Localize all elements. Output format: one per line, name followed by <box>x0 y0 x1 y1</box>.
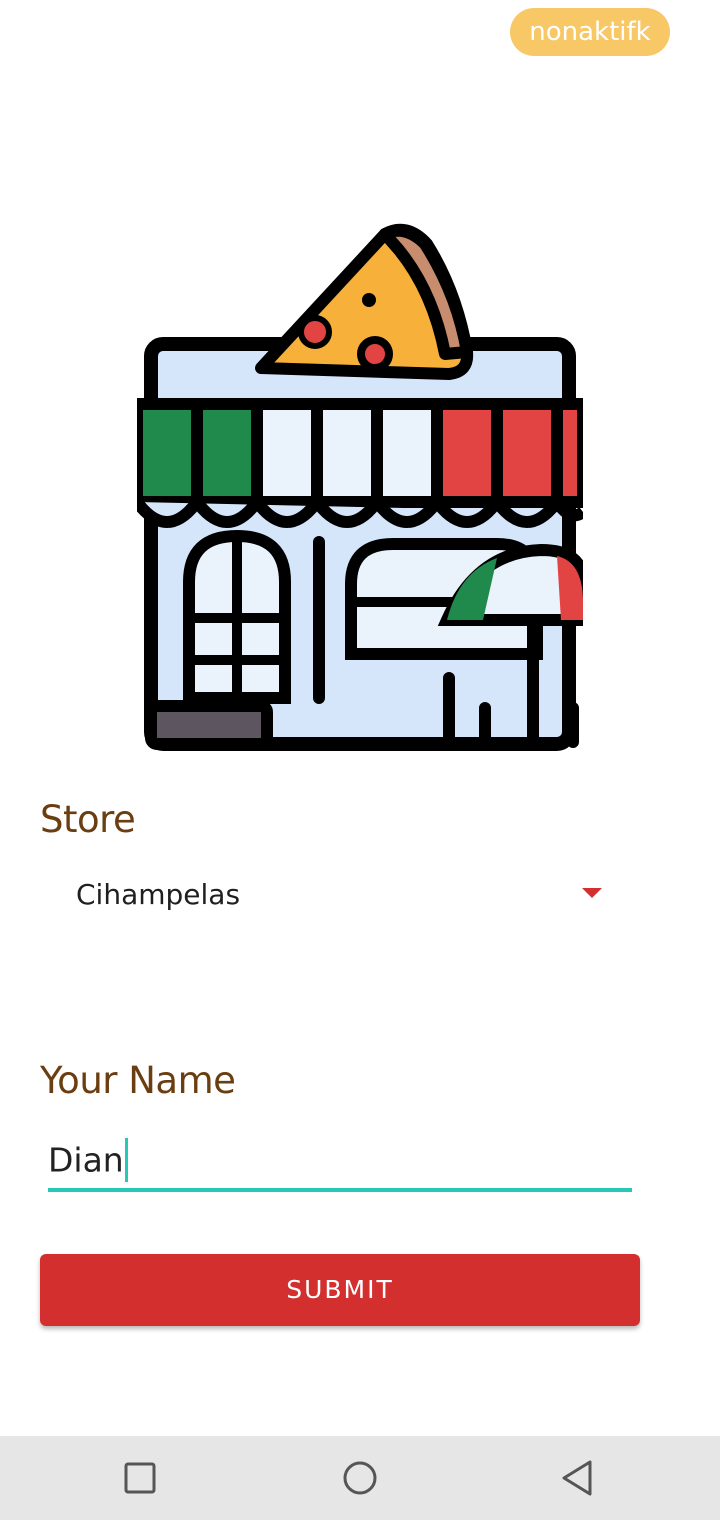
system-navigation-bar <box>0 1436 720 1520</box>
home-icon[interactable] <box>338 1456 382 1500</box>
text-cursor <box>124 1138 128 1182</box>
store-dropdown[interactable]: Cihampelas <box>40 862 620 928</box>
submit-button[interactable]: SUBMIT <box>40 1254 640 1326</box>
recent-apps-icon[interactable] <box>118 1456 162 1500</box>
name-label: Your Name <box>40 1059 236 1102</box>
store-label: Store <box>40 798 136 841</box>
status-badge[interactable]: nonaktifk <box>510 8 670 56</box>
name-input[interactable]: Dian <box>48 1132 632 1192</box>
dropdown-arrow-icon[interactable] <box>582 888 602 898</box>
pizza-store-icon <box>131 222 589 752</box>
store-selected-value: Cihampelas <box>76 878 241 911</box>
name-input-value: Dian <box>48 1140 124 1180</box>
back-icon[interactable] <box>556 1456 600 1500</box>
